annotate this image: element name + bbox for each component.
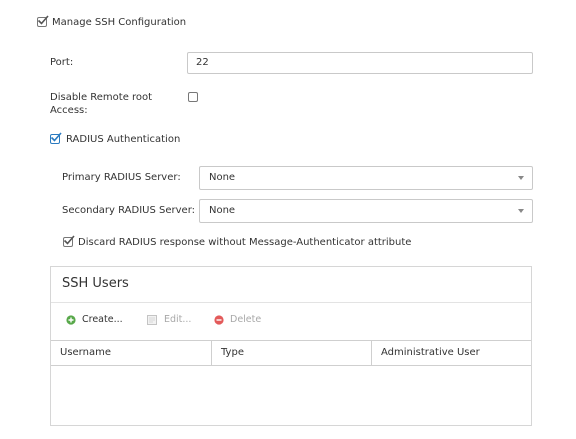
- secondary-radius-select[interactable]: None: [199, 199, 533, 223]
- column-header-type[interactable]: Type: [211, 341, 371, 365]
- check-icon: [37, 15, 49, 25]
- disable-root-label-line2: Access:: [50, 105, 88, 116]
- discard-radius-label: Discard RADIUS response without Message-…: [78, 237, 412, 248]
- ssh-users-table-header: Username Type Administrative User: [51, 340, 531, 366]
- primary-radius-select[interactable]: None: [199, 166, 533, 190]
- caret-down-icon: [518, 176, 524, 180]
- check-icon: [63, 235, 75, 245]
- create-label: Create...: [82, 314, 123, 325]
- plus-circle-icon: [66, 314, 76, 325]
- edit-label: Edit...: [164, 314, 192, 325]
- column-header-administrative-user[interactable]: Administrative User: [371, 341, 531, 365]
- port-input[interactable]: 22: [187, 52, 533, 74]
- discard-radius-checkbox[interactable]: [63, 235, 75, 247]
- primary-radius-value: None: [209, 172, 236, 183]
- create-button[interactable]: Create...: [66, 314, 123, 325]
- check-icon: [50, 132, 62, 142]
- divider: [51, 302, 531, 303]
- disable-root-label-line1: Disable Remote root: [50, 92, 153, 103]
- ssh-users-panel: SSH Users Create... Edit... Delete Usern…: [50, 266, 532, 426]
- port-label: Port:: [50, 57, 74, 68]
- delete-button[interactable]: Delete: [214, 314, 261, 325]
- caret-down-icon: [518, 209, 524, 213]
- disable-root-checkbox[interactable]: [188, 92, 198, 102]
- ssh-users-title: SSH Users: [62, 276, 129, 291]
- delete-label: Delete: [230, 314, 262, 325]
- column-header-username[interactable]: Username: [51, 341, 211, 365]
- edit-button[interactable]: Edit...: [147, 314, 191, 325]
- minus-circle-icon: [214, 314, 224, 325]
- secondary-radius-label: Secondary RADIUS Server:: [62, 205, 196, 216]
- radius-auth-label: RADIUS Authentication: [66, 134, 181, 145]
- secondary-radius-value: None: [209, 205, 236, 216]
- radius-auth-checkbox[interactable]: [50, 132, 62, 144]
- manage-ssh-label: Manage SSH Configuration: [52, 17, 187, 28]
- manage-ssh-checkbox[interactable]: [37, 15, 49, 27]
- edit-icon: [147, 315, 157, 325]
- primary-radius-label: Primary RADIUS Server:: [62, 172, 181, 183]
